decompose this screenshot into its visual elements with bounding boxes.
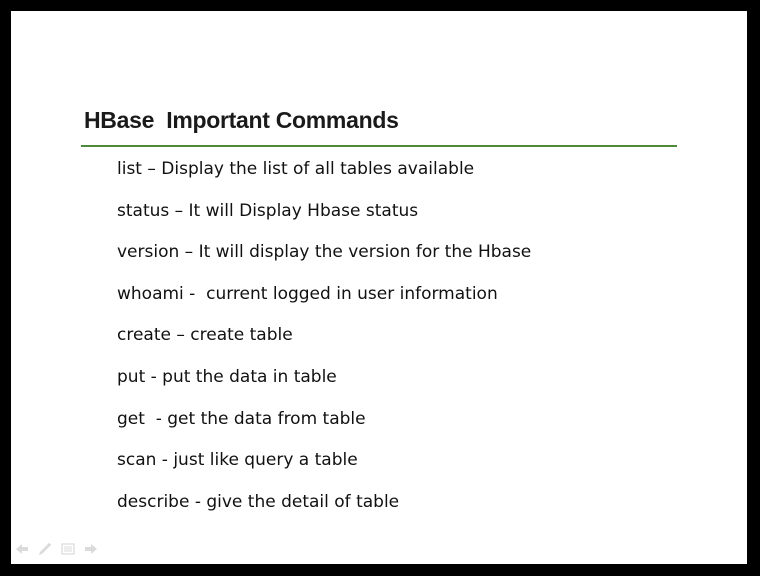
- pen-icon[interactable]: [37, 541, 53, 557]
- command-item-create: create – create table: [117, 325, 293, 346]
- command-item-describe: describe - give the detail of table: [117, 491, 400, 512]
- slide: HBase Important Commands list – Display …: [11, 11, 747, 564]
- command-item-whoami: whoami - current logged in user informat…: [117, 283, 498, 304]
- menu-icon[interactable]: [60, 541, 76, 557]
- slide-title: HBase Important Commands: [84, 107, 399, 133]
- forward-arrow-icon[interactable]: [83, 541, 99, 557]
- slideshow-nav-bar: [14, 541, 99, 557]
- command-item-list: list – Display the list of all tables av…: [117, 159, 475, 179]
- command-item-status: status – It will Display Hbase status: [117, 200, 419, 221]
- command-list: list – Display the list of all tables av…: [117, 157, 531, 531]
- command-item-version: version – It will display the version fo…: [117, 242, 532, 263]
- back-arrow-icon[interactable]: [14, 541, 30, 557]
- command-item-get: get - get the data from table: [117, 408, 366, 429]
- command-item-scan: scan - just like query a table: [117, 450, 358, 471]
- title-underline: [81, 145, 677, 147]
- presentation-window: HBase Important Commands list – Display …: [0, 0, 760, 576]
- command-item-put: put - put the data in table: [117, 366, 337, 387]
